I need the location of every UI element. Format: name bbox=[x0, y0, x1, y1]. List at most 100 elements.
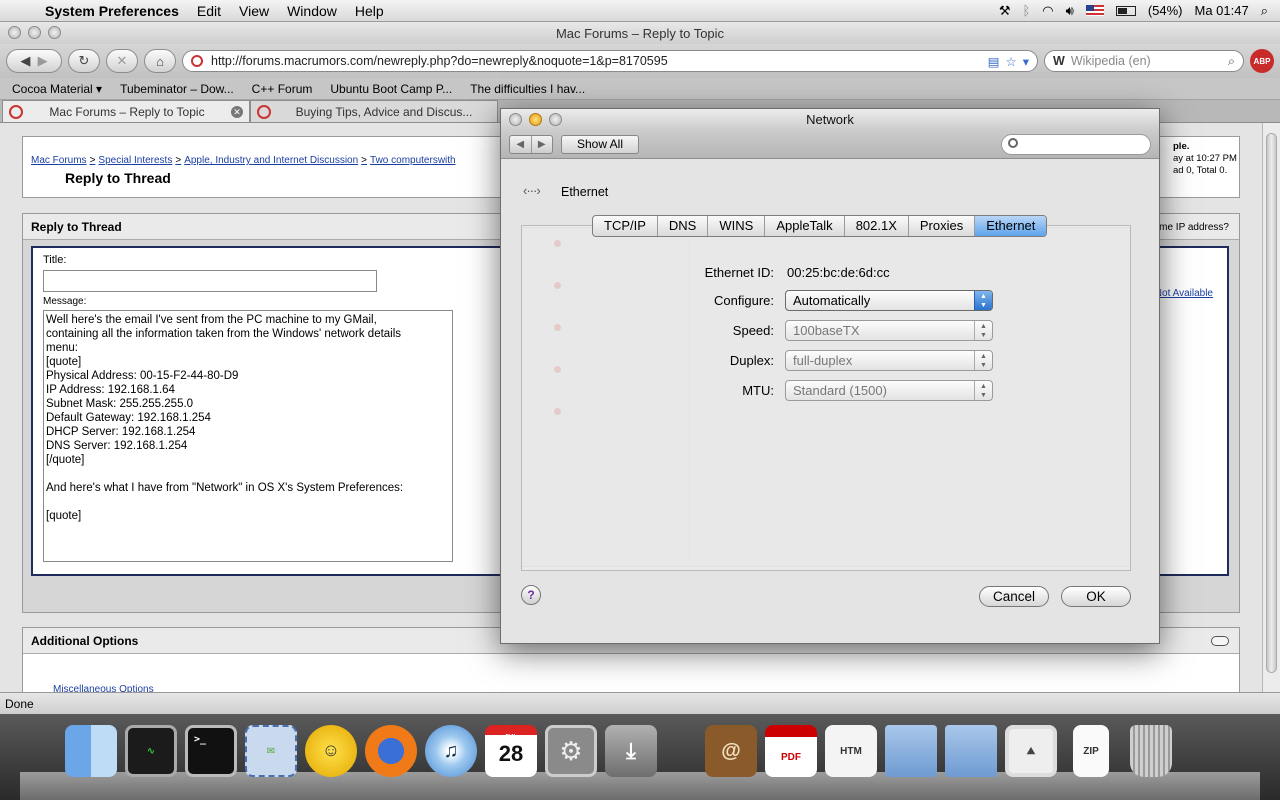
scrollbar-thumb[interactable] bbox=[1266, 133, 1277, 673]
tab-8021x[interactable]: 802.1X bbox=[845, 216, 909, 236]
minimize-window-icon[interactable] bbox=[28, 26, 41, 39]
breadcrumb-link[interactable]: Special Interests bbox=[98, 155, 172, 166]
forward-icon[interactable]: ▶ bbox=[530, 136, 553, 153]
tab-proxies[interactable]: Proxies bbox=[909, 216, 976, 236]
ok-button[interactable]: OK bbox=[1061, 586, 1131, 607]
back-icon[interactable]: ◀ bbox=[20, 53, 30, 69]
duplex-label: Duplex: bbox=[729, 353, 774, 368]
cancel-button[interactable]: Cancel bbox=[979, 586, 1049, 607]
url-text[interactable]: http://forums.macrumors.com/newreply.php… bbox=[211, 54, 668, 68]
tab-wins[interactable]: WINS bbox=[708, 216, 766, 236]
bookmark-item[interactable]: Cocoa Material ▾ bbox=[4, 82, 110, 96]
bookmark-item[interactable]: Tubeminator – Dow... bbox=[112, 82, 242, 96]
configure-select[interactable]: Automatically ▲ ▼ bbox=[785, 290, 993, 311]
bookmark-item[interactable]: C++ Forum bbox=[244, 82, 321, 96]
forward-icon[interactable]: ▶ bbox=[38, 53, 48, 69]
ical-icon[interactable]: JUL 28 bbox=[482, 722, 540, 780]
adium-icon[interactable]: ☺ bbox=[302, 722, 360, 780]
battery-icon[interactable] bbox=[1115, 5, 1136, 16]
collapse-toggle-icon[interactable] bbox=[1211, 636, 1229, 646]
minimize-window-icon[interactable] bbox=[529, 113, 542, 126]
bookmark-star-icon[interactable]: ☆ bbox=[1006, 54, 1017, 69]
interface-name: Ethernet bbox=[561, 185, 609, 199]
zoom-window-icon[interactable] bbox=[549, 113, 562, 126]
pdf-document-icon[interactable]: PDF bbox=[762, 722, 820, 780]
activity-monitor-icon[interactable]: ∿ bbox=[122, 722, 180, 780]
tab-dns[interactable]: DNS bbox=[658, 216, 709, 236]
pref-search-input[interactable] bbox=[1001, 134, 1151, 155]
back-icon[interactable]: ◀ bbox=[510, 136, 531, 153]
bluetooth-icon[interactable]: ᛒ bbox=[1022, 3, 1030, 18]
bookmark-item[interactable]: Ubuntu Boot Camp P... bbox=[322, 82, 460, 96]
not-available-link[interactable]: Not Available bbox=[1155, 288, 1213, 299]
reload-button[interactable]: ↻ bbox=[68, 49, 100, 73]
show-all-button[interactable]: Show All bbox=[561, 135, 639, 154]
home-button[interactable]: ⌂ bbox=[144, 49, 176, 73]
menu-edit[interactable]: Edit bbox=[188, 3, 230, 19]
tab-close-icon[interactable]: ✕ bbox=[231, 105, 243, 118]
breadcrumb-link[interactable]: Two computerswith bbox=[370, 155, 456, 166]
system-preferences-icon[interactable]: ⚙ bbox=[542, 722, 600, 780]
url-dropdown-icon[interactable]: ▾ bbox=[1023, 54, 1029, 69]
wikipedia-icon[interactable]: W bbox=[1053, 54, 1065, 68]
search-placeholder[interactable]: Wikipedia (en) bbox=[1071, 54, 1151, 68]
breadcrumb-link[interactable]: Apple, Industry and Internet Discussion bbox=[184, 155, 358, 166]
ethernet-icon bbox=[523, 183, 551, 201]
zoom-window-icon[interactable] bbox=[48, 26, 61, 39]
mail-icon[interactable]: ✉ bbox=[242, 722, 300, 780]
clock[interactable]: Ma 01:47 bbox=[1195, 3, 1249, 18]
trash-icon[interactable] bbox=[1122, 722, 1180, 780]
input-flag-icon[interactable] bbox=[1085, 5, 1104, 16]
finder-icon[interactable] bbox=[62, 722, 120, 780]
tab-mac-forums[interactable]: Mac Forums – Reply to Topic ✕ bbox=[2, 100, 250, 122]
page-scrollbar[interactable] bbox=[1262, 123, 1280, 692]
tab-tcpip[interactable]: TCP/IP bbox=[593, 216, 658, 236]
menu-help[interactable]: Help bbox=[346, 3, 393, 19]
close-window-icon[interactable] bbox=[509, 113, 522, 126]
terminal-icon[interactable]: >_ bbox=[182, 722, 240, 780]
folder-icon[interactable] bbox=[942, 722, 1000, 780]
speed-select[interactable]: 100baseTX ▲ ▼ bbox=[785, 320, 993, 341]
tab-label[interactable]: Buying Tips, Advice and Discus... bbox=[277, 105, 491, 119]
htm-document-icon[interactable]: HTM bbox=[822, 722, 880, 780]
stop-button[interactable]: ✕ bbox=[106, 49, 138, 73]
preview-icon[interactable]: ⛰ bbox=[1002, 722, 1060, 780]
volume-icon[interactable]: 🔊︎ bbox=[1066, 3, 1074, 19]
tab-ethernet[interactable]: Ethernet bbox=[975, 216, 1047, 236]
title-input[interactable] bbox=[43, 270, 377, 292]
search-icon[interactable]: ⌕ bbox=[1228, 54, 1235, 69]
search-bar[interactable]: W Wikipedia (en) ⌕ bbox=[1044, 50, 1244, 72]
zip-archive-icon[interactable]: ZIP bbox=[1062, 722, 1120, 780]
menu-window[interactable]: Window bbox=[278, 3, 346, 19]
pref-back-forward[interactable]: ◀ ▶ bbox=[509, 135, 553, 154]
folder-icon[interactable] bbox=[882, 722, 940, 780]
same-ip-text: me IP address? bbox=[1159, 222, 1229, 233]
address-book-icon[interactable]: @ bbox=[702, 722, 760, 780]
battery-percent[interactable]: (54%) bbox=[1148, 3, 1183, 18]
url-bar[interactable]: http://forums.macrumors.com/newreply.php… bbox=[182, 50, 1038, 72]
menu-app-name[interactable]: System Preferences bbox=[36, 3, 188, 19]
wifi-icon[interactable]: ◠ bbox=[1042, 3, 1053, 19]
mtu-value: Standard (1500) bbox=[793, 383, 887, 398]
close-window-icon[interactable] bbox=[8, 26, 21, 39]
adblock-icon[interactable]: ABP bbox=[1250, 49, 1274, 73]
htm-label: HTM bbox=[840, 745, 862, 757]
speed-value: 100baseTX bbox=[793, 323, 860, 338]
bookmark-item[interactable]: The difficulties I hav... bbox=[462, 82, 593, 96]
spotlight-icon[interactable]: ⌕ bbox=[1261, 3, 1268, 19]
tools-icon[interactable]: ⚒ bbox=[999, 3, 1011, 19]
message-textarea[interactable]: Well here's the email I've sent from the… bbox=[43, 310, 453, 562]
duplex-select[interactable]: full-duplex ▲ ▼ bbox=[785, 350, 993, 371]
firefox-icon[interactable] bbox=[362, 722, 420, 780]
back-forward-button[interactable]: ◀ ▶ bbox=[6, 49, 62, 73]
instruments-icon[interactable]: ⤓ bbox=[602, 722, 660, 780]
mtu-select[interactable]: Standard (1500) ▲ ▼ bbox=[785, 380, 993, 401]
itunes-icon[interactable]: ♫ bbox=[422, 722, 480, 780]
tab-buying-tips[interactable]: Buying Tips, Advice and Discus... bbox=[250, 100, 498, 122]
help-button[interactable]: ? bbox=[521, 585, 541, 605]
menu-view[interactable]: View bbox=[230, 3, 278, 19]
tab-appletalk[interactable]: AppleTalk bbox=[765, 216, 845, 236]
tab-label[interactable]: Mac Forums – Reply to Topic bbox=[29, 105, 225, 119]
breadcrumb-link[interactable]: Mac Forums bbox=[31, 155, 87, 166]
rss-icon[interactable]: ▤ bbox=[988, 54, 1000, 69]
